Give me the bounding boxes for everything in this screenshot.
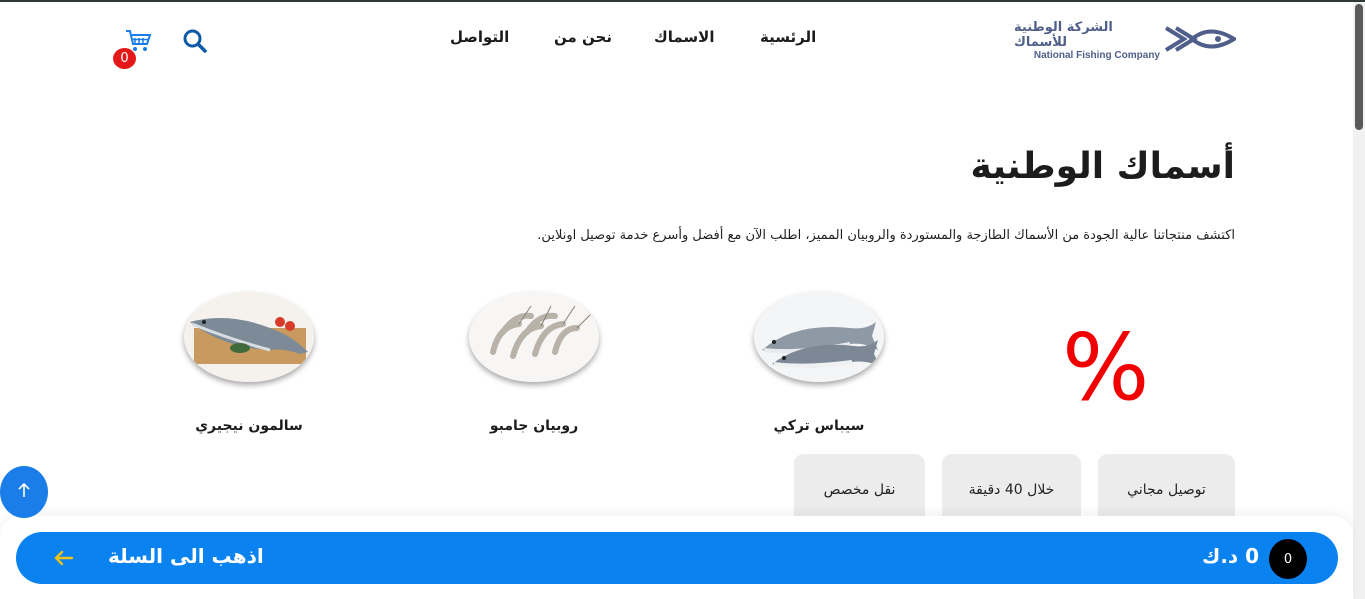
cart-count-badge: 0 [113, 48, 136, 69]
arrow-left-icon [52, 547, 74, 569]
company-logo[interactable]: الشركة الوطنية للأسماك National Fishing … [1014, 21, 1238, 61]
nav-about-us[interactable]: نحن من [554, 28, 612, 46]
fish-logo-icon [1164, 24, 1238, 58]
scroll-to-top-button[interactable] [0, 466, 48, 518]
offers-percent-icon[interactable]: % [1062, 322, 1149, 414]
logo-name-english: National Fishing Company [1033, 49, 1160, 61]
product-image-seabass[interactable] [754, 292, 884, 382]
logo-name-arabic: الشركة الوطنية للأسماك [1014, 20, 1113, 50]
go-to-cart-label: اذهب الى السلة [108, 544, 264, 568]
page-title: أسماك الوطنية [970, 146, 1235, 187]
scrollbar-thumb[interactable] [1355, 4, 1363, 130]
product-image-salmon[interactable] [184, 292, 314, 382]
cart-item-count: 0 [1269, 539, 1307, 579]
arrow-up-icon [17, 482, 31, 502]
nav-fish[interactable]: الاسماك [654, 28, 715, 46]
product-name[interactable]: سالمون نيجيري [184, 418, 314, 434]
product-card-shrimp[interactable]: روبيان جامبو [469, 292, 599, 434]
search-icon[interactable] [182, 28, 208, 54]
product-name[interactable]: روبيان جامبو [469, 418, 599, 434]
nav-home[interactable]: الرئسية [760, 28, 816, 46]
cart-total: 0 د.ك [1202, 544, 1260, 568]
nav-contact[interactable]: التواصل [450, 28, 509, 46]
product-card-salmon[interactable]: سالمون نيجيري [184, 292, 314, 434]
product-name[interactable]: سيباس تركي [754, 418, 884, 434]
page-scrollbar[interactable] [1353, 2, 1365, 599]
page-description: اكتشف منتجاتنا عالية الجودة من الأسماك ا… [537, 228, 1235, 243]
go-to-cart-button[interactable]: اذهب الى السلة 0 د.ك 0 [16, 532, 1338, 584]
top-border [0, 0, 1365, 2]
product-image-shrimp[interactable] [469, 292, 599, 382]
logo-text: الشركة الوطنية للأسماك National Fishing … [1014, 21, 1160, 61]
product-card-seabass[interactable]: سيباس تركي [754, 292, 884, 434]
